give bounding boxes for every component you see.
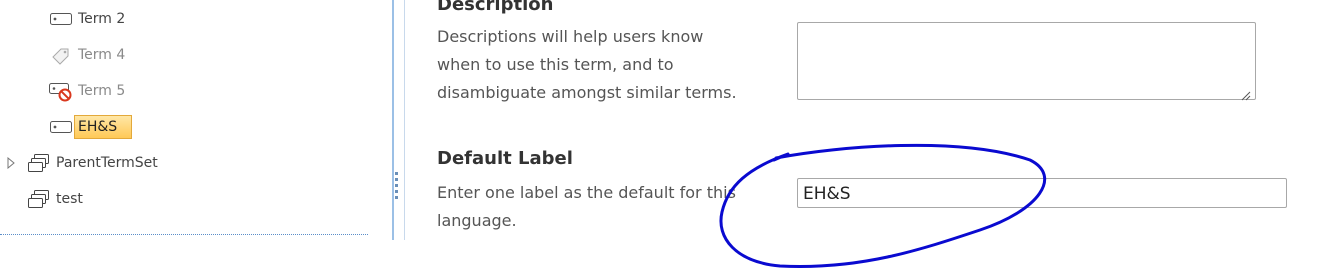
deprecated-tag-icon [48,44,74,66]
tree-item-label: test [56,191,83,207]
resize-grip-icon[interactable] [1241,86,1251,101]
blocked-tag-icon [48,80,74,102]
help-line: Descriptions will help users know [437,27,704,46]
term-tag-icon [48,8,74,30]
expand-arrow-icon[interactable] [6,157,16,169]
term-set-icon [26,188,52,210]
tree-item-label: ParentTermSet [56,155,158,171]
help-line: disambiguate amongst similar terms. [437,83,737,102]
term-tag-icon [48,116,74,138]
help-line: when to use this term, and to [437,55,674,74]
help-line: language. [437,211,517,230]
tree-item-label: EH&S [74,115,133,139]
tree-item-test[interactable]: test [26,187,87,211]
tree-item-term-2[interactable]: Term 2 [48,7,129,31]
tree-item-label: Term 5 [78,83,126,99]
tree-item-label: Term 2 [78,11,126,27]
description-textarea[interactable] [797,22,1256,100]
pane-splitter[interactable] [392,0,405,240]
tree-item-ehs[interactable]: EH&S [48,115,133,139]
term-store-tree: Term 2 Term 4 Term 5 EH&S ParentTermSet … [0,0,392,270]
tree-item-label: Term 4 [78,47,126,63]
help-line: Enter one label as the default for this [437,183,736,202]
default-label-heading: Default Label [437,148,573,169]
description-heading: Description [437,0,554,15]
tree-item-term-4[interactable]: Term 4 [48,43,129,67]
tree-item-parenttermset[interactable]: ParentTermSet [26,151,162,175]
term-set-icon [26,152,52,174]
tree-item-term-5[interactable]: Term 5 [48,79,129,103]
tree-bottom-divider [0,234,368,235]
default-label-help: Enter one label as the default for this … [437,179,767,235]
description-help: Descriptions will help users know when t… [437,23,767,107]
default-label-input[interactable]: EH&S [797,178,1287,208]
